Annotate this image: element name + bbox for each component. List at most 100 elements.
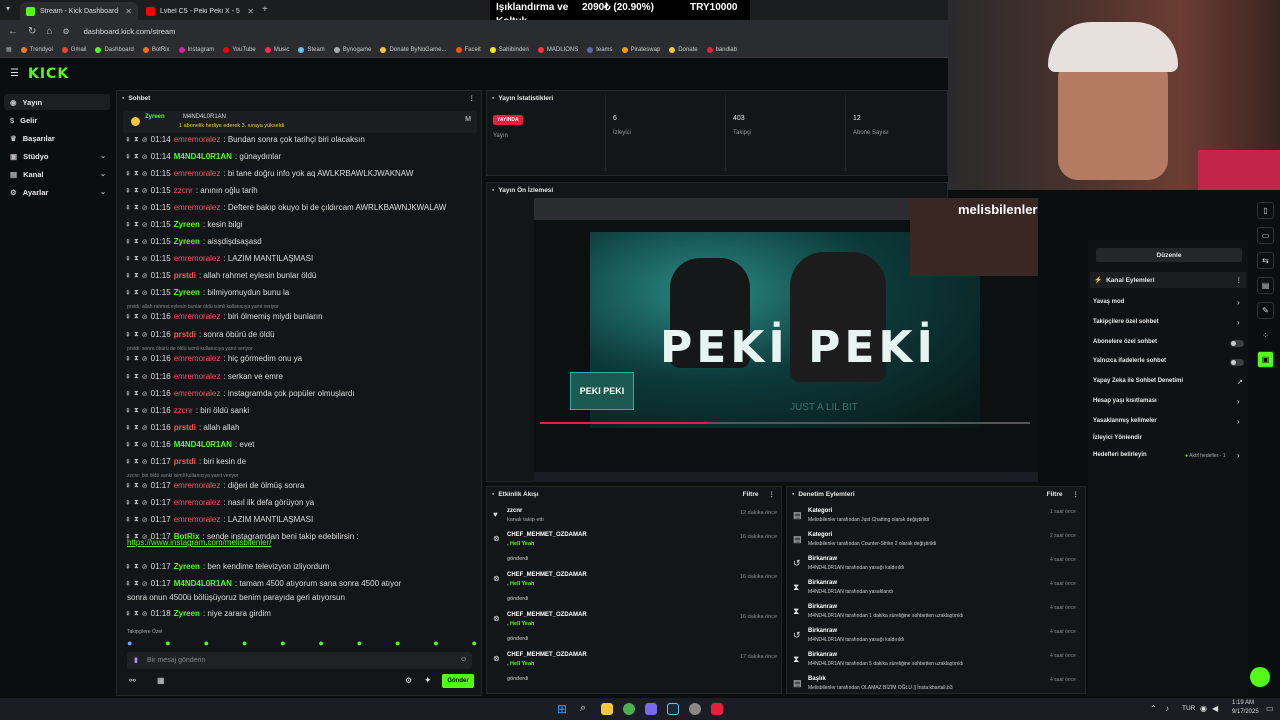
bookmark-bynogame[interactable]: Bynogame: [333, 46, 371, 53]
emote-icon[interactable]: ●: [127, 638, 132, 650]
ban-icon[interactable]: ⊘: [142, 390, 148, 398]
timeout-icon[interactable]: ⧗: [134, 373, 139, 381]
ban-icon[interactable]: ⊘: [142, 170, 148, 178]
emote-icon[interactable]: ●: [395, 638, 400, 650]
activity-user[interactable]: CHEF_MEHMET_OZDAMAR: [507, 612, 587, 618]
rail-link-icon[interactable]: ⇆: [1257, 252, 1274, 269]
tray-chevron-icon[interactable]: ⌃: [1150, 704, 1157, 713]
ban-icon[interactable]: ⊘: [142, 516, 148, 524]
message-username[interactable]: Zyreen: [174, 609, 200, 618]
message-username[interactable]: emremoralez: [174, 354, 221, 363]
chat-message[interactable]: ⇞ ⧗ ⊘ 01:14 emremoralez: Bundan sonra çok ta…: [125, 135, 365, 144]
message-username[interactable]: prstdi: [174, 457, 196, 466]
filter-button[interactable]: Filtre: [743, 491, 759, 498]
ban-icon[interactable]: ⊘: [142, 563, 148, 571]
ban-icon[interactable]: ⊘: [142, 136, 148, 144]
close-tab-icon[interactable]: ✕: [125, 7, 132, 16]
chat-message[interactable]: ⇞ ⧗ ⊘ 01:16 zzcnr: biri öldü sanki: [125, 406, 249, 415]
bookmark-instagram[interactable]: Instagram: [178, 46, 214, 53]
bookmark-youtube[interactable]: YouTube: [223, 46, 256, 53]
chat-message[interactable]: ⇞ ⧗ ⊘ 01:17 Zyreen: ben kendime televizyon i…: [125, 562, 329, 571]
timeout-icon[interactable]: ⧗: [134, 313, 139, 321]
sidebar-item-basarilar[interactable]: ♛ Başarılar: [4, 130, 110, 146]
timeout-icon[interactable]: ⧗: [134, 187, 139, 195]
pin-icon[interactable]: ⇞: [125, 313, 131, 321]
message-username[interactable]: prstdi: [174, 271, 196, 280]
timeout-icon[interactable]: ⧗: [134, 580, 139, 588]
more-options-icon[interactable]: ⋮: [469, 94, 476, 102]
windows-start-icon[interactable]: ⊞: [557, 702, 567, 716]
discord-icon[interactable]: [645, 703, 657, 715]
sidebar-item-ayarlar[interactable]: ⚙ Ayarlar ⌄: [4, 184, 110, 200]
message-username[interactable]: Zyreen: [174, 562, 200, 571]
rail-chat-icon[interactable]: ▭: [1257, 227, 1274, 244]
ban-icon[interactable]: ⊘: [142, 441, 148, 449]
clock-date[interactable]: 9/17/2025: [1232, 709, 1259, 715]
chat-message[interactable]: ⇞ ⧗ ⊘ 01:17 M4ND4L0R1AN: tamam 4500 atıyorum…: [125, 579, 401, 588]
message-username[interactable]: M4ND4L0R1AN: [174, 579, 232, 588]
steam-icon[interactable]: [667, 703, 679, 715]
pin-icon[interactable]: ⇞: [125, 610, 131, 618]
pin-icon[interactable]: ⇞: [125, 153, 131, 161]
emote-icon[interactable]: ●: [280, 638, 285, 650]
emote-icon[interactable]: ●: [472, 638, 477, 650]
bookmark-donate-bynogame[interactable]: Donate ByNoGame...: [380, 46, 447, 53]
ban-icon[interactable]: ⊘: [142, 533, 148, 541]
ban-icon[interactable]: ⊘: [142, 255, 148, 263]
ban-icon[interactable]: ⊘: [142, 458, 148, 466]
activity-user[interactable]: CHEF_MEHMET_OZDAMAR: [507, 652, 587, 658]
ban-icon[interactable]: ⊘: [142, 610, 148, 618]
moderation-head[interactable]: Birkanraw: [808, 628, 837, 634]
moderation-head[interactable]: Birkanraw: [808, 652, 837, 658]
url-field[interactable]: dashboard.kick.com/stream: [84, 27, 176, 36]
timeout-icon[interactable]: ⧗: [134, 255, 139, 263]
language-indicator[interactable]: TUR: [1182, 705, 1195, 712]
timeout-icon[interactable]: ⧗: [134, 204, 139, 212]
chat-message[interactable]: ⇞ ⧗ ⊘ 01:17 emremoralez: diğeri de ölmüş son…: [125, 481, 304, 490]
moderation-head[interactable]: Kategori: [808, 532, 832, 538]
filter-button[interactable]: Filtre: [1047, 491, 1063, 498]
external-link-icon[interactable]: ↗: [1237, 378, 1243, 386]
rail-green-icon[interactable]: ▣: [1257, 351, 1274, 368]
sidebar-item-yayin[interactable]: ◉ Yayın: [4, 94, 110, 110]
ban-icon[interactable]: ⊘: [142, 482, 148, 490]
timeout-icon[interactable]: ⧗: [134, 136, 139, 144]
chat-message[interactable]: ⇞ ⧗ ⊘ 01:16 emremoralez: serkan ve emre: [125, 372, 283, 381]
chat-message[interactable]: ⇞ ⧗ ⊘ 01:15 Zyreen: bilmiyomuydun bunu la: [125, 288, 289, 297]
emote-icon[interactable]: ●: [204, 638, 209, 650]
message-username[interactable]: prstdi: [174, 423, 196, 432]
bookmark-pirateswap[interactable]: Pirateswap: [621, 46, 660, 53]
notification-icon[interactable]: ▭: [1266, 704, 1274, 713]
rail-wrench-icon[interactable]: ✎: [1257, 302, 1274, 319]
pin-icon[interactable]: ⇞: [125, 204, 131, 212]
chat-message[interactable]: ⇞ ⧗ ⊘ 01:15 emremoralez: Deftere bakıp okuyo…: [125, 203, 446, 212]
message-username[interactable]: zzcnr: [174, 186, 193, 195]
clock-time[interactable]: 1:19 AM: [1232, 700, 1254, 706]
timeout-icon[interactable]: ⧗: [134, 610, 139, 618]
pin-icon[interactable]: ⇞: [125, 170, 131, 178]
chat-message[interactable]: ⇞ ⧗ ⊘ 01:17 prstdi: biri kesin de: [125, 457, 246, 466]
pin-icon[interactable]: ⇞: [125, 563, 131, 571]
pin-icon[interactable]: ⇞: [125, 221, 131, 229]
ban-icon[interactable]: ⊘: [142, 313, 148, 321]
new-tab-icon[interactable]: +: [262, 4, 268, 15]
pin-icon[interactable]: ⇞: [125, 187, 131, 195]
reload-icon[interactable]: ↻: [28, 26, 36, 37]
mic-icon[interactable]: ▮: [134, 656, 138, 664]
menu-icon[interactable]: ☰: [10, 68, 19, 79]
message-username[interactable]: M4ND4L0R1AN: [174, 152, 232, 161]
bookmark-gmail[interactable]: Gmail: [61, 46, 86, 53]
timeout-icon[interactable]: ⧗: [134, 516, 139, 524]
pin-icon[interactable]: ⇞: [125, 424, 131, 432]
pin-icon[interactable]: ⇞: [125, 373, 131, 381]
message-username[interactable]: emremoralez: [174, 312, 221, 321]
chat-settings-icon[interactable]: ⚙: [405, 676, 412, 685]
obs-icon[interactable]: [689, 703, 701, 715]
ban-icon[interactable]: ⊘: [142, 355, 148, 363]
help-icon[interactable]: [1250, 667, 1270, 687]
ban-icon[interactable]: ⊘: [142, 272, 148, 280]
ban-icon[interactable]: ⊘: [142, 499, 148, 507]
bookmark-music[interactable]: Music: [264, 46, 289, 53]
timeout-icon[interactable]: ⧗: [134, 331, 139, 339]
chat-message[interactable]: ⇞ ⧗ ⊘ 01:14 M4ND4L0R1AN: günaydınlar: [125, 152, 281, 161]
